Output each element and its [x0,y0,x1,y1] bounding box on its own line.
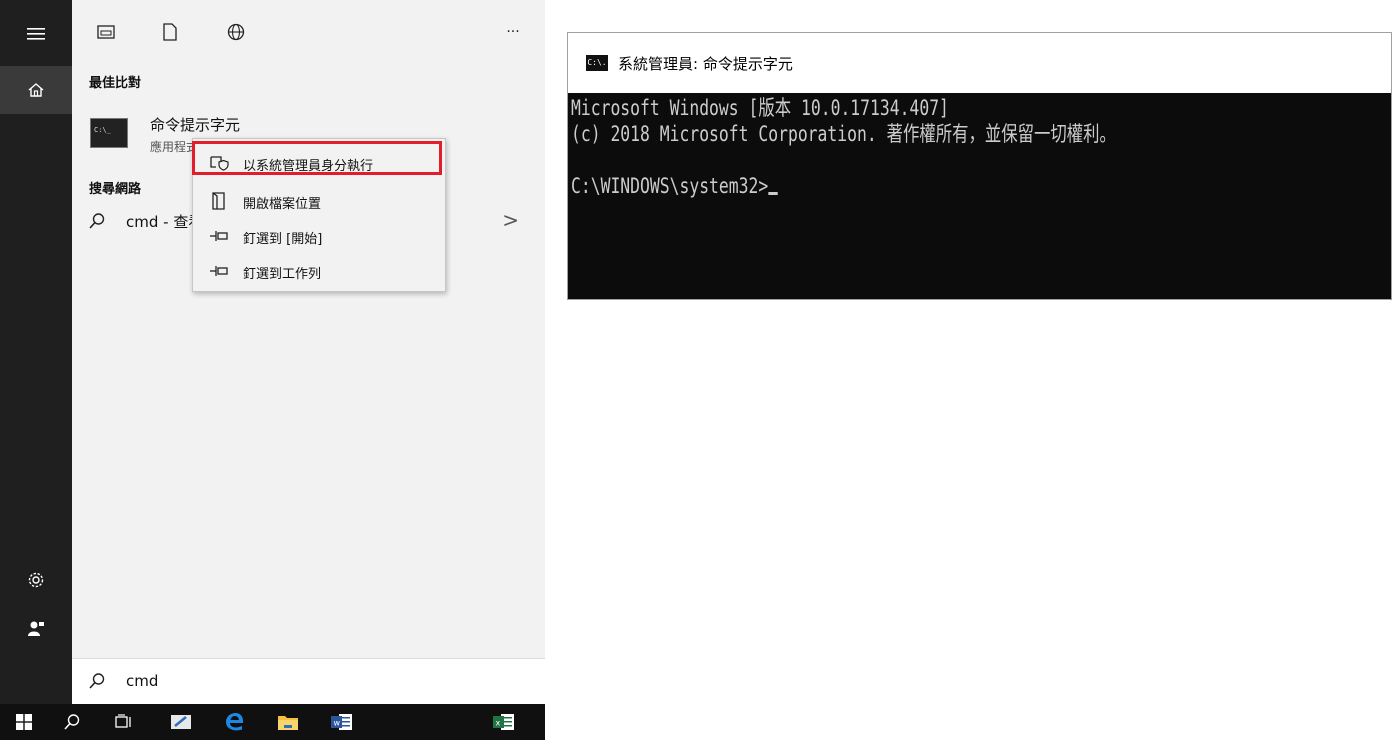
console-prompt-line: C:\WINDOWS\system32> [571,173,1209,199]
taskbar: w x [0,704,545,740]
console-output[interactable]: Microsoft Windows [版本 10.0.17134.407] (c)… [571,95,1209,199]
edge-icon[interactable] [211,704,259,740]
console-line: (c) 2018 Microsoft Corporation. 著作權所有，並保… [571,122,1116,146]
word-icon[interactable]: w [318,704,366,740]
best-match-header: 最佳比對 [89,76,142,91]
pin-icon [209,262,229,280]
search-icon [88,212,106,234]
hamburger-icon[interactable] [0,10,72,58]
app-type: 應用程式 [150,140,199,154]
context-item-label: 開啟檔案位置 [243,197,322,212]
open-file-location-item[interactable]: 開啟檔案位置 [193,183,445,219]
search-icon [88,672,106,694]
svg-text:w: w [334,719,341,728]
start-nav-rail [0,0,72,704]
web-search-header: 搜尋網路 [89,182,142,197]
console-app-icon: C:\. [586,55,608,71]
settings-icon[interactable] [0,556,72,604]
task-view-icon[interactable] [100,704,148,740]
text-cursor [768,192,778,195]
home-icon[interactable] [0,66,72,114]
web-icon[interactable] [224,20,248,44]
search-input[interactable]: cmd [126,672,158,690]
folder-open-icon [209,192,229,210]
pin-icon [209,227,229,245]
file-explorer-icon[interactable] [264,704,312,740]
window-title: 系統管理員: 命令提示字元 [618,55,793,73]
search-box[interactable]: cmd [72,658,545,705]
apps-icon[interactable] [94,20,118,44]
pin-to-start-item[interactable]: 釘選到 [開始] [193,218,445,254]
window-title-bar[interactable]: C:\. 系統管理員: 命令提示字元 [568,33,1391,93]
panel-topbar: ··· [72,0,545,64]
run-as-admin-item[interactable]: 以系統管理員身分執行 [192,141,445,181]
console-line: Microsoft Windows [版本 10.0.17134.407] [571,96,949,120]
app-name: 命令提示字元 [150,116,241,134]
start-search-panel: ··· 最佳比對 C:\_ 命令提示字元 應用程式 搜尋網路 cmd - 查看網… [72,0,545,705]
context-menu: 以系統管理員身分執行 開啟檔案位置 釘選到 [開始] 釘選到工作列 [192,138,446,292]
user-icon[interactable] [0,604,72,652]
search-icon[interactable] [48,704,96,740]
highlight-box [192,141,442,175]
document-icon[interactable] [158,20,182,44]
context-item-label: 釘選到工作列 [243,267,322,282]
console-prompt: C:\WINDOWS\system32> [571,174,769,198]
chevron-right-icon[interactable]: > [502,208,519,232]
command-prompt-icon: C:\_ [90,118,128,148]
svg-text:x: x [496,719,501,728]
more-options-button[interactable]: ··· [498,20,528,44]
windows-logo-icon[interactable] [0,704,48,740]
whiteboard-icon[interactable] [157,704,205,740]
command-prompt-window[interactable]: C:\. 系統管理員: 命令提示字元 Microsoft Windows [版本… [567,32,1392,300]
excel-icon[interactable]: x [480,704,528,740]
pin-to-taskbar-item[interactable]: 釘選到工作列 [193,253,445,289]
context-item-label: 釘選到 [開始] [243,232,323,247]
